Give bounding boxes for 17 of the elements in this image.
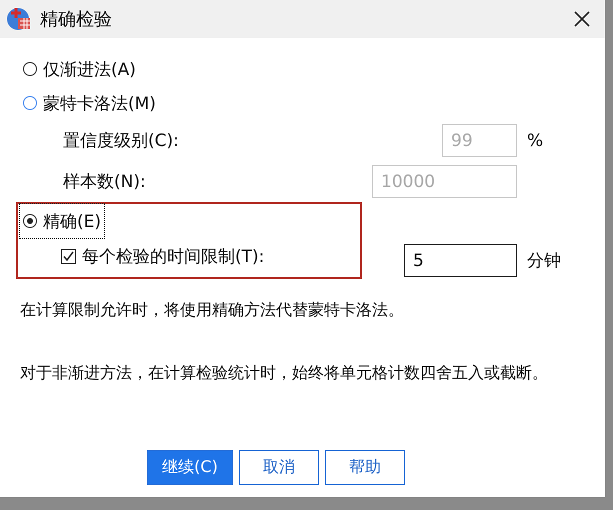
- app-icon: [6, 6, 32, 32]
- percent-label: %: [526, 130, 544, 150]
- note-text: 在计算限制允许时，将使用精确方法代替蒙特卡洛法。: [20, 299, 405, 321]
- minutes-label: 分钟: [526, 250, 562, 272]
- time-limit-checkbox[interactable]: 每个检验的时间限制(T):: [61, 245, 264, 268]
- dialog-button[interactable]: 帮助: [325, 450, 405, 485]
- radio-button[interactable]: 精确(E): [20, 204, 104, 238]
- note-text: 对于非渐进方法，在计算检验统计时，始终将单元格计数四舍五入或截断。: [20, 362, 549, 384]
- samples-label: 样本数(N):: [62, 171, 146, 193]
- check-icon: [62, 250, 75, 263]
- radio-button[interactable]: 仅渐进法(A): [20, 52, 139, 86]
- confidence-label: 置信度级别(C):: [62, 130, 179, 152]
- window-title: 精确检验: [40, 8, 113, 31]
- radio-button[interactable]: 蒙特卡洛法(M): [20, 86, 159, 120]
- time-limit-field[interactable]: 5: [404, 244, 517, 277]
- dialog-button[interactable]: 继续(C): [147, 450, 233, 485]
- dialog-button[interactable]: 取消: [239, 450, 319, 485]
